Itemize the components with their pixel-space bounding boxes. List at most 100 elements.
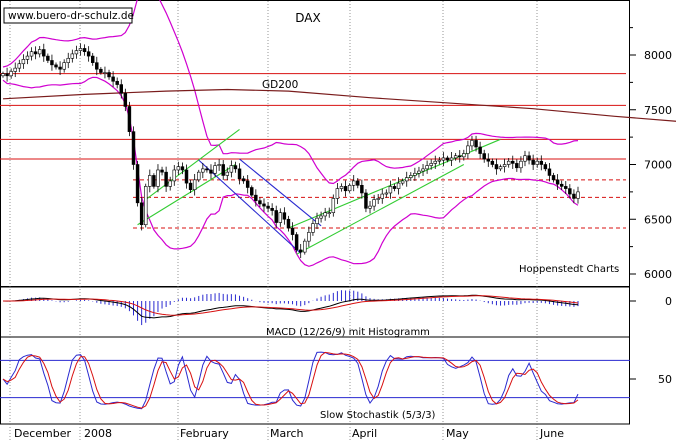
x-axis-label: February (180, 427, 229, 440)
candle (502, 164, 507, 167)
candle (95, 62, 99, 70)
candle (404, 177, 409, 182)
x-axis-label: March (270, 427, 304, 440)
candle (70, 53, 75, 59)
candle (294, 234, 299, 251)
candle (213, 165, 217, 174)
candle (409, 175, 413, 178)
candle (307, 232, 311, 242)
candle (221, 164, 225, 176)
y-tick-label: 7000 (644, 159, 672, 172)
candle (319, 215, 323, 219)
candle (144, 186, 148, 226)
trend-line (296, 164, 465, 255)
price-panel-frame (0, 0, 630, 287)
candle (343, 186, 348, 192)
candle (103, 72, 107, 74)
candle (523, 155, 527, 162)
candle (388, 186, 393, 194)
trend-channels (137, 129, 501, 255)
candle (217, 164, 221, 166)
candle (429, 163, 433, 166)
gd200-line (2, 88, 676, 122)
candle (245, 180, 250, 188)
y-tick-label: 8000 (644, 49, 672, 62)
candle (42, 49, 46, 57)
candle (278, 212, 283, 223)
candle (164, 171, 168, 187)
candle (494, 164, 499, 170)
month-gridlines (9, 1, 538, 440)
candle (176, 166, 181, 171)
candle (286, 218, 291, 229)
candle (180, 166, 185, 171)
candle (233, 165, 238, 170)
candle (50, 60, 54, 66)
candle (437, 159, 442, 162)
candle (156, 169, 160, 187)
y-axis-ticks: 6000 6500 7000 7500 8000 0 50 (630, 27, 672, 386)
candle (107, 72, 111, 78)
candle (392, 186, 397, 189)
candle (205, 168, 209, 171)
support-resistance-lines (0, 73, 626, 229)
candle (555, 179, 560, 185)
macd-label: MACD (12/26/9) mit Histogramm (266, 327, 430, 338)
candle (17, 63, 22, 69)
candle (466, 145, 470, 154)
candle (384, 192, 389, 195)
gd200-label: GD200 (262, 79, 298, 91)
candle (135, 164, 140, 204)
candle (266, 205, 270, 209)
candle (21, 59, 26, 65)
candle (66, 57, 70, 63)
candle (515, 163, 519, 169)
candle (282, 212, 287, 220)
candle (425, 165, 429, 170)
candle (413, 172, 417, 176)
y-tick-label: 7500 (644, 104, 672, 117)
candle (347, 185, 352, 192)
source-credit: Hoppenstedt Charts (519, 264, 619, 275)
candle (539, 160, 544, 165)
candle (511, 160, 515, 164)
candle (254, 194, 258, 201)
candle (474, 140, 478, 148)
candle (380, 193, 384, 199)
candle (33, 51, 38, 55)
candle (339, 186, 344, 189)
candle (152, 175, 156, 187)
y-tick-label: 6500 (644, 213, 672, 226)
candle (188, 182, 193, 190)
candle (160, 169, 164, 173)
candle (139, 202, 144, 226)
candle (498, 166, 503, 170)
candle (453, 155, 458, 159)
candle (564, 186, 568, 189)
candle (209, 169, 213, 174)
candle (184, 169, 189, 184)
macd-zero-label: 0 (665, 295, 672, 308)
candle (274, 210, 278, 223)
candle (315, 217, 319, 224)
candle (172, 169, 177, 182)
candle (400, 180, 405, 184)
candle (13, 67, 17, 72)
candle (482, 153, 486, 160)
candle (527, 155, 531, 161)
chart-title: DAX (295, 11, 320, 25)
candle (327, 212, 331, 214)
stochastic-indicator (0, 351, 630, 410)
candlesticks (1, 43, 580, 259)
candle (115, 80, 119, 85)
macd-signal-line (3, 295, 579, 316)
candle (360, 185, 364, 194)
candle (535, 160, 539, 165)
candle (58, 66, 62, 70)
candle (54, 64, 58, 68)
candle (462, 153, 466, 158)
candle (506, 160, 511, 165)
candle (421, 168, 425, 172)
candle (46, 55, 50, 61)
candle (258, 200, 262, 205)
